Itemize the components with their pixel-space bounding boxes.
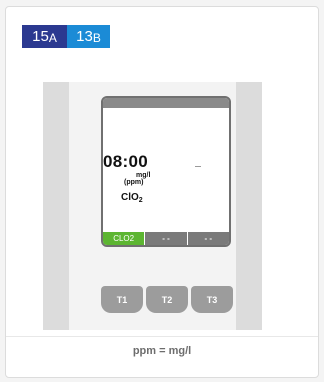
display-top-bar <box>103 98 229 108</box>
footer-divider <box>6 336 318 337</box>
display-tab-3[interactable]: - - <box>186 232 229 245</box>
footer-note: ppm = mg/l <box>132 345 192 357</box>
display-unit: mg/l (ppm) <box>124 172 151 186</box>
display-tabs: CLO2 - - - - <box>103 232 229 245</box>
product-tag: 15 A 13 B <box>22 25 110 48</box>
tag-13b: 13 B <box>67 25 110 48</box>
key-t2[interactable]: T2 <box>146 286 188 313</box>
device-display: 08:00 mg/l (ppm) ClO2 CLO2 - - - - <box>101 96 231 247</box>
key-t3[interactable]: T3 <box>191 286 233 313</box>
display-dash <box>195 166 201 167</box>
key-t1[interactable]: T1 <box>101 286 143 313</box>
display-tab-2[interactable]: - - <box>144 232 187 245</box>
tag-15a: 15 A <box>22 25 67 48</box>
display-species: ClO2 <box>121 192 143 204</box>
device-keys: T1 T2 T3 <box>101 286 233 313</box>
display-tab-clo2[interactable]: CLO2 <box>103 232 145 245</box>
display-time: 08:00 <box>103 152 148 171</box>
